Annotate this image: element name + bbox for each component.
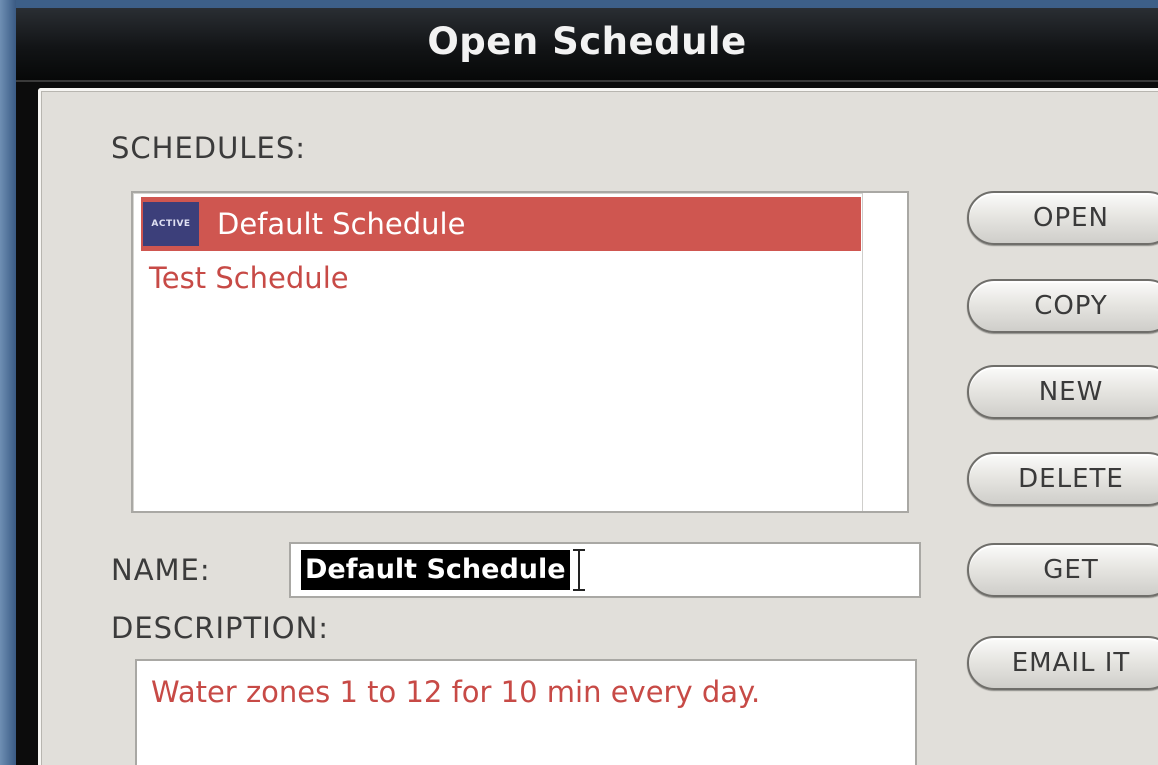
text-cursor-icon xyxy=(572,547,586,593)
open-button[interactable]: OPEN xyxy=(967,191,1158,245)
schedule-item-test[interactable]: Test Schedule xyxy=(141,251,861,305)
open-schedule-dialog: Open Schedule SCHEDULES: ACTIVE Default … xyxy=(16,8,1158,765)
new-button[interactable]: NEW xyxy=(967,365,1158,419)
schedules-list[interactable]: ACTIVE Default Schedule Test Schedule xyxy=(131,191,909,513)
active-badge: ACTIVE xyxy=(143,202,199,246)
get-button[interactable]: GET xyxy=(967,543,1158,597)
schedule-item-label: Test Schedule xyxy=(149,261,349,295)
name-input-value: Default Schedule xyxy=(301,550,570,590)
dialog-panel: SCHEDULES: ACTIVE Default Schedule Test … xyxy=(38,88,1158,765)
name-input[interactable]: Default Schedule xyxy=(289,542,921,598)
email-it-button[interactable]: EMAIL IT xyxy=(967,636,1158,690)
list-scrollbar[interactable] xyxy=(862,193,907,511)
description-field[interactable]: Water zones 1 to 12 for 10 min every day… xyxy=(135,659,917,765)
schedule-item-label: Default Schedule xyxy=(217,207,466,241)
copy-button[interactable]: COPY xyxy=(967,279,1158,333)
dialog-title: Open Schedule xyxy=(427,19,747,63)
schedule-item-default[interactable]: ACTIVE Default Schedule xyxy=(141,197,861,251)
title-bar[interactable]: Open Schedule xyxy=(16,8,1158,82)
schedules-label: SCHEDULES: xyxy=(111,131,307,165)
desktop-edge xyxy=(0,0,16,765)
description-label: DESCRIPTION: xyxy=(111,611,330,645)
delete-button[interactable]: DELETE xyxy=(967,452,1158,506)
name-label: NAME: xyxy=(111,553,211,587)
